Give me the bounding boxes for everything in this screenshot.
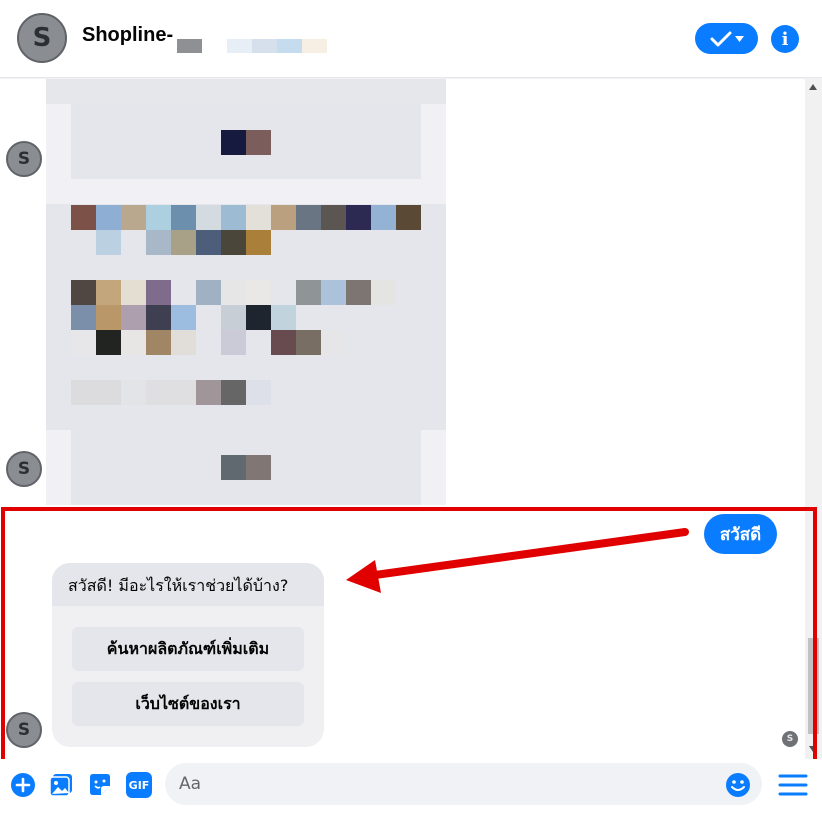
redacted-name-pixels <box>302 39 327 53</box>
redacted-name-pixels <box>252 39 277 53</box>
add-icon[interactable] <box>10 772 36 798</box>
quick-reply-search-products[interactable]: ค้นหาผลิตภัณฑ์เพิ่มเติม <box>72 627 304 671</box>
bot-avatar[interactable]: S <box>6 712 42 748</box>
redacted-name-pixels <box>177 39 202 53</box>
check-icon <box>710 31 731 46</box>
sent-message-bubble[interactable]: สวัสดี <box>704 514 777 554</box>
scrollbar-thumb[interactable] <box>808 638 819 734</box>
info-button[interactable]: i <box>771 25 799 53</box>
scroll-down-arrow[interactable] <box>809 746 817 752</box>
chevron-down-icon <box>734 35 744 42</box>
pixelated-image-message[interactable] <box>46 79 446 505</box>
conversation-header: S Shopline- i <box>0 0 822 78</box>
redacted-name-pixels <box>277 39 302 53</box>
message-input[interactable] <box>165 763 762 805</box>
contact-avatar[interactable]: S <box>17 13 67 63</box>
gif-icon[interactable]: GIF <box>126 772 152 798</box>
quick-reply-our-website[interactable]: เว็บไซต์ของเรา <box>72 682 304 726</box>
contact-name[interactable]: Shopline- <box>82 24 173 47</box>
seen-indicator-avatar: S <box>782 731 798 747</box>
sticker-icon[interactable] <box>87 772 113 798</box>
emoji-icon[interactable] <box>725 772 751 798</box>
sender-avatar[interactable]: S <box>6 451 42 487</box>
redacted-name-pixels <box>227 39 252 53</box>
sender-avatar[interactable]: S <box>6 141 42 177</box>
scroll-up-arrow[interactable] <box>809 84 817 90</box>
photo-icon[interactable] <box>48 772 74 798</box>
menu-icon[interactable] <box>778 772 808 798</box>
mark-done-button[interactable] <box>695 23 758 54</box>
bot-reply-text: สวัสดี! มีอะไรให้เราช่วยได้บ้าง? <box>52 563 324 606</box>
